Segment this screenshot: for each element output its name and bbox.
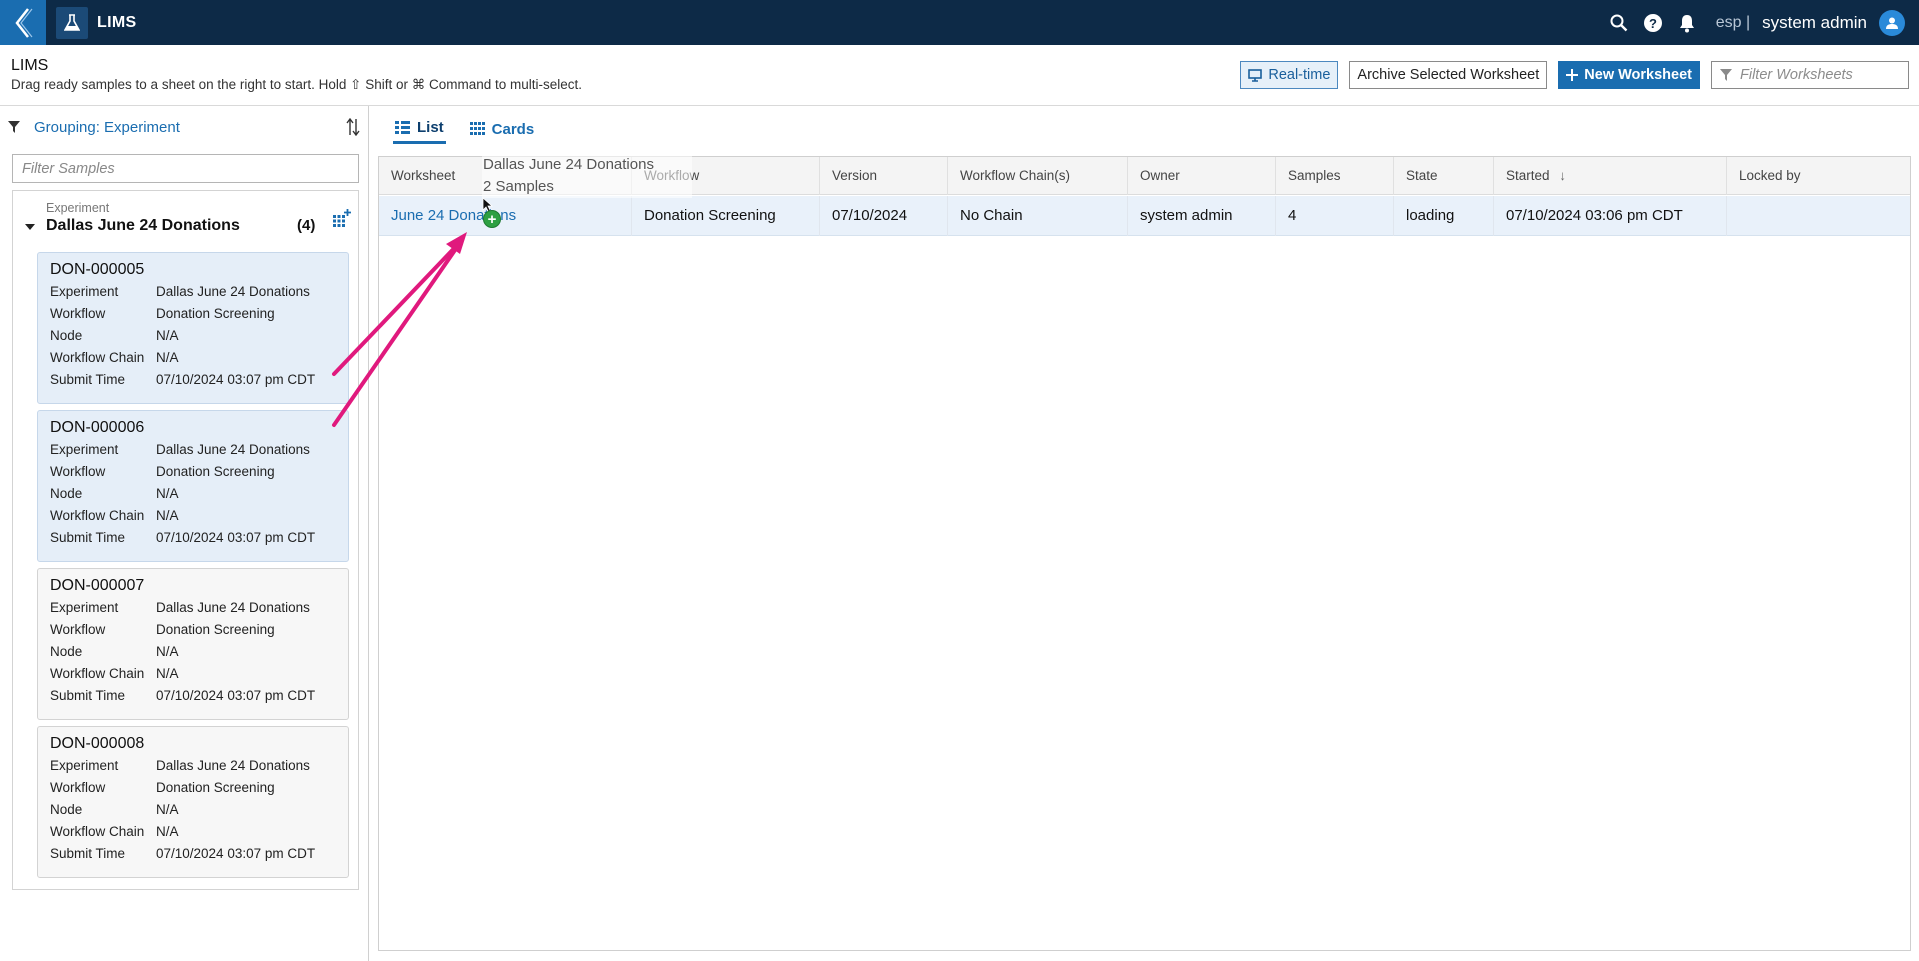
cell-state: loading <box>1394 196 1494 236</box>
sample-id: DON-000005 <box>50 261 145 278</box>
page-title: LIMS <box>11 57 49 74</box>
add-to-worksheet-icon[interactable] <box>333 209 351 232</box>
chevron-left-icon <box>15 7 33 38</box>
view-tabs: List Cards <box>393 114 536 144</box>
sample-submit-time: Submit Time 07/10/2024 03:07 pm CDT <box>50 530 316 545</box>
col-locked-by[interactable]: Locked by <box>1727 157 1910 195</box>
list-icon <box>395 121 410 134</box>
experiment-group-header[interactable]: Experiment Dallas June 24 Donations (4) <box>13 191 358 241</box>
avatar[interactable] <box>1879 9 1905 36</box>
grouping-label[interactable]: Grouping: Experiment <box>34 119 180 136</box>
bell-icon[interactable] <box>1676 12 1698 34</box>
sample-chain: Workflow Chain N/A <box>50 824 179 839</box>
cell-owner: system admin <box>1128 196 1276 236</box>
sample-node: Node N/A <box>50 802 179 817</box>
col-version[interactable]: Version <box>820 157 948 195</box>
monitor-icon <box>1248 68 1263 82</box>
tab-cards[interactable]: Cards <box>468 114 537 144</box>
sample-workflow: Workflow Donation Screening <box>50 464 275 479</box>
grid-icon <box>469 122 485 135</box>
sample-experiment: Experiment Dallas June 24 Donations <box>50 758 310 773</box>
cell-started: 07/10/2024 03:06 pm CDT <box>1494 196 1727 236</box>
sample-experiment: Experiment Dallas June 24 Donations <box>50 600 310 615</box>
cell-version: 07/10/2024 <box>820 196 948 236</box>
svg-text:?: ? <box>1649 16 1657 31</box>
sample-workflow: Workflow Donation Screening <box>50 780 275 795</box>
page-subtitle: Drag ready samples to a sheet on the rig… <box>11 77 583 92</box>
sample-submit-time: Submit Time 07/10/2024 03:07 pm CDT <box>50 372 316 387</box>
worksheets-panel: List Cards Worksheet Workflow Version Wo… <box>369 106 1919 961</box>
sample-experiment: Experiment Dallas June 24 Donations <box>50 284 310 299</box>
experiment-count: (4) <box>297 217 316 234</box>
col-owner[interactable]: Owner <box>1128 157 1276 195</box>
tab-list[interactable]: List <box>393 114 446 144</box>
sample-chain: Workflow Chain N/A <box>50 350 179 365</box>
new-worksheet-button[interactable]: New Worksheet <box>1558 61 1700 89</box>
cell-samples: 4 <box>1276 196 1394 236</box>
top-bar: LIMS ? esp | system admin <box>0 0 1919 45</box>
user-name[interactable]: system admin <box>1762 13 1867 33</box>
sample-experiment: Experiment Dallas June 24 Donations <box>50 442 310 457</box>
sample-submit-time: Submit Time 07/10/2024 03:07 pm CDT <box>50 688 316 703</box>
drag-preview-title: Dallas June 24 Donations <box>483 156 654 173</box>
sample-id: DON-000008 <box>50 735 145 752</box>
sample-workflow: Workflow Donation Screening <box>50 306 275 321</box>
filter-worksheets-input[interactable] <box>1740 67 1905 83</box>
search-icon[interactable] <box>1608 12 1630 34</box>
caret-down-icon[interactable] <box>25 218 35 236</box>
sample-card-don-000006[interactable]: DON-000006 Experiment Dallas June 24 Dona… <box>37 410 349 562</box>
col-samples[interactable]: Samples <box>1276 157 1394 195</box>
plus-icon <box>1566 69 1579 81</box>
lims-logo <box>56 6 88 39</box>
filter-worksheets <box>1711 61 1909 89</box>
drag-preview: Dallas June 24 Donations 2 Samples <box>482 154 692 198</box>
realtime-button[interactable]: Real-time <box>1240 61 1339 89</box>
sample-submit-time: Submit Time 07/10/2024 03:07 pm CDT <box>50 846 316 861</box>
col-state[interactable]: State <box>1394 157 1494 195</box>
sample-chain: Workflow Chain N/A <box>50 508 179 523</box>
filter-samples <box>12 154 359 183</box>
col-started[interactable]: Started ↓ <box>1494 157 1727 195</box>
sample-card-don-000008[interactable]: DON-000008 Experiment Dallas June 24 Dona… <box>37 726 349 878</box>
sample-chain: Workflow Chain N/A <box>50 666 179 681</box>
sample-card-don-000007[interactable]: DON-000007 Experiment Dallas June 24 Dona… <box>37 568 349 720</box>
sample-node: Node N/A <box>50 644 179 659</box>
sample-node: Node N/A <box>50 328 179 343</box>
experiment-group: Experiment Dallas June 24 Donations (4) … <box>12 190 359 890</box>
filter-icon <box>1720 69 1732 81</box>
sample-card-don-000005[interactable]: DON-000005 Experiment Dallas June 24 Dona… <box>37 252 349 404</box>
help-icon[interactable]: ? <box>1642 12 1664 34</box>
drop-plus-icon: + <box>483 210 501 228</box>
sort-desc-icon: ↓ <box>1559 168 1567 183</box>
sample-node: Node N/A <box>50 486 179 501</box>
workspace-label: esp | <box>1715 13 1751 31</box>
col-workflow-chain[interactable]: Workflow Chain(s) <box>948 157 1128 195</box>
filter-samples-input[interactable] <box>22 160 342 177</box>
sample-workflow: Workflow Donation Screening <box>50 622 275 637</box>
worksheet-link[interactable]: June 24 Donations <box>379 196 632 236</box>
experiment-name: Dallas June 24 Donations <box>46 217 240 234</box>
drag-preview-count: 2 Samples <box>483 178 554 195</box>
app-name: LIMS <box>97 13 137 31</box>
sample-id: DON-000007 <box>50 577 145 594</box>
filter-icon <box>8 121 20 133</box>
table-row[interactable]: June 24 Donations Donation Screening 07/… <box>379 196 1910 236</box>
flask-icon <box>64 13 80 31</box>
samples-panel: Grouping: Experiment Experiment Dallas J… <box>0 106 369 961</box>
cell-workflow: Donation Screening <box>632 196 820 236</box>
cell-locked-by <box>1727 196 1910 236</box>
archive-worksheet-button[interactable]: Archive Selected Worksheet <box>1349 61 1548 89</box>
sample-id: DON-000006 <box>50 419 145 436</box>
experiment-type-label: Experiment <box>46 201 110 215</box>
sort-icon[interactable] <box>346 117 360 141</box>
back-button[interactable] <box>0 0 46 45</box>
cell-chain: No Chain <box>948 196 1128 236</box>
worksheets-table: Worksheet Workflow Version Workflow Chai… <box>378 156 1911 951</box>
grouping-control[interactable]: Grouping: Experiment <box>8 116 360 138</box>
user-icon <box>1886 17 1898 29</box>
page-header: LIMS Drag ready samples to a sheet on th… <box>0 45 1919 106</box>
